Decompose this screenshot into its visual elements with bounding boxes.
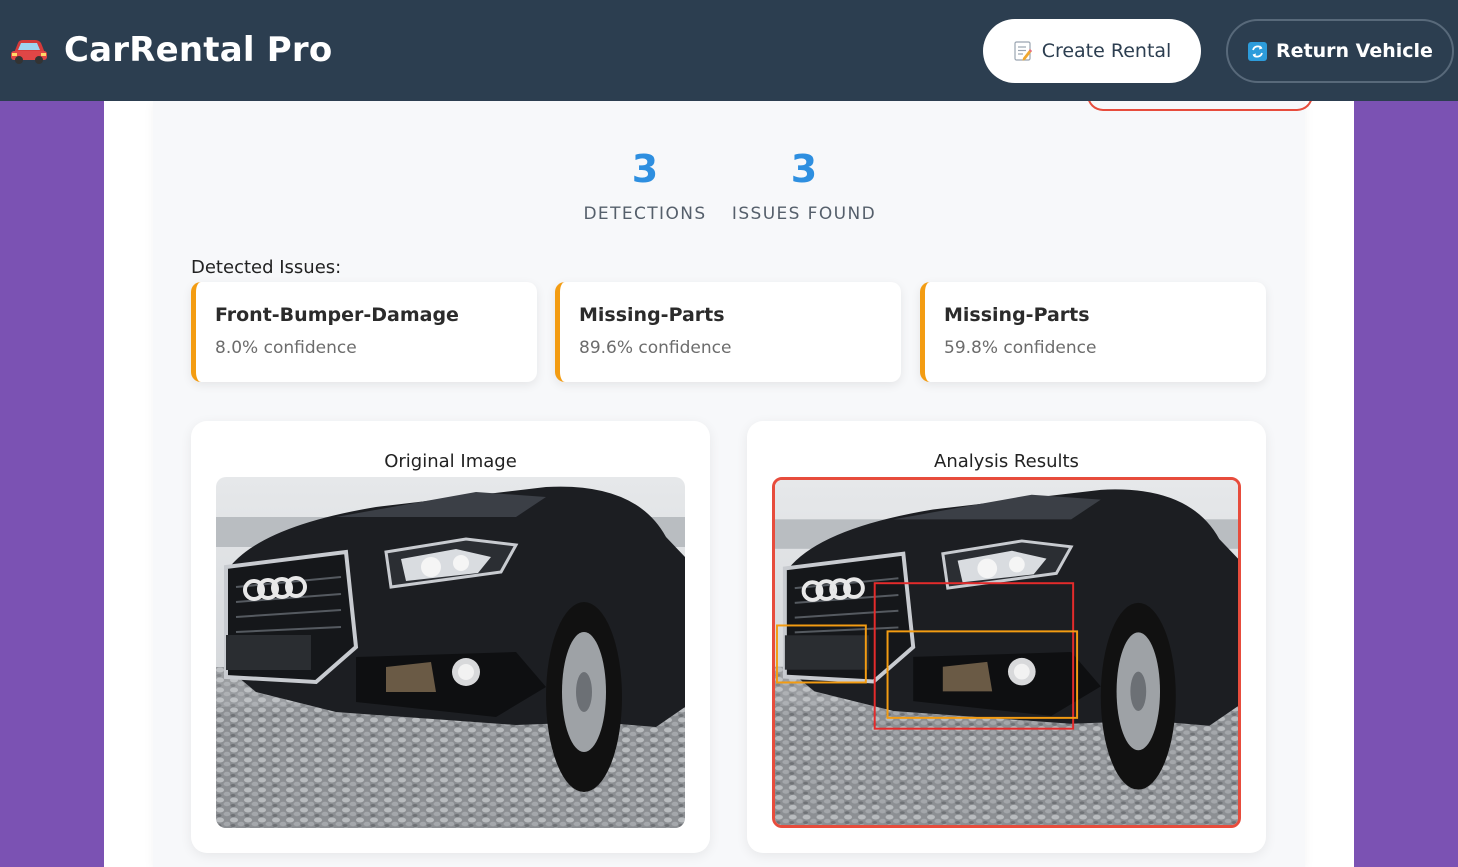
refresh-icon [1247,41,1267,61]
analysis-car-photo [772,477,1241,828]
main-content: 3 DETECTIONS 3 ISSUES FOUND Detected Iss… [104,81,1354,867]
issue-confidence: 89.6% confidence [579,338,732,358]
issue-confidence: 59.8% confidence [944,338,1097,358]
original-image-card: Original Image [191,421,710,853]
issue-name: Front-Bumper-Damage [215,304,459,326]
return-vehicle-label: Return Vehicle [1276,40,1433,62]
detections-label: DETECTIONS [583,204,707,224]
memo-icon [1013,41,1033,61]
issue-name: Missing-Parts [579,304,725,326]
app-title: CarRental Pro [64,30,333,70]
original-image-title: Original Image [384,451,517,472]
brand[interactable]: CarRental Pro [10,30,332,70]
issue-name: Missing-Parts [944,304,1090,326]
stat-issues-found: 3 ISSUES FOUND [730,147,878,224]
red-car-icon [10,35,48,65]
top-navbar: CarRental Pro Create Rental Return Vehic… [0,0,1458,101]
original-car-photo [216,477,685,828]
detected-issues-heading: Detected Issues: [191,257,342,278]
create-rental-button[interactable]: Create Rental [983,19,1201,83]
issues-found-label: ISSUES FOUND [731,204,877,224]
issue-confidence: 8.0% confidence [215,338,357,358]
issue-card[interactable]: Front-Bumper-Damage 8.0% confidence [191,282,537,382]
detections-count: 3 [631,147,659,191]
return-vehicle-button[interactable]: Return Vehicle [1226,19,1454,83]
stat-detections: 3 DETECTIONS [580,147,710,224]
analysis-panel: 3 DETECTIONS 3 ISSUES FOUND Detected Iss… [153,81,1313,867]
analysis-results-card: Analysis Results [747,421,1266,853]
issues-found-count: 3 [790,147,818,191]
issue-card[interactable]: Missing-Parts 89.6% confidence [555,282,901,382]
create-rental-label: Create Rental [1041,40,1172,62]
analysis-results-title: Analysis Results [934,451,1079,472]
issue-card[interactable]: Missing-Parts 59.8% confidence [920,282,1266,382]
